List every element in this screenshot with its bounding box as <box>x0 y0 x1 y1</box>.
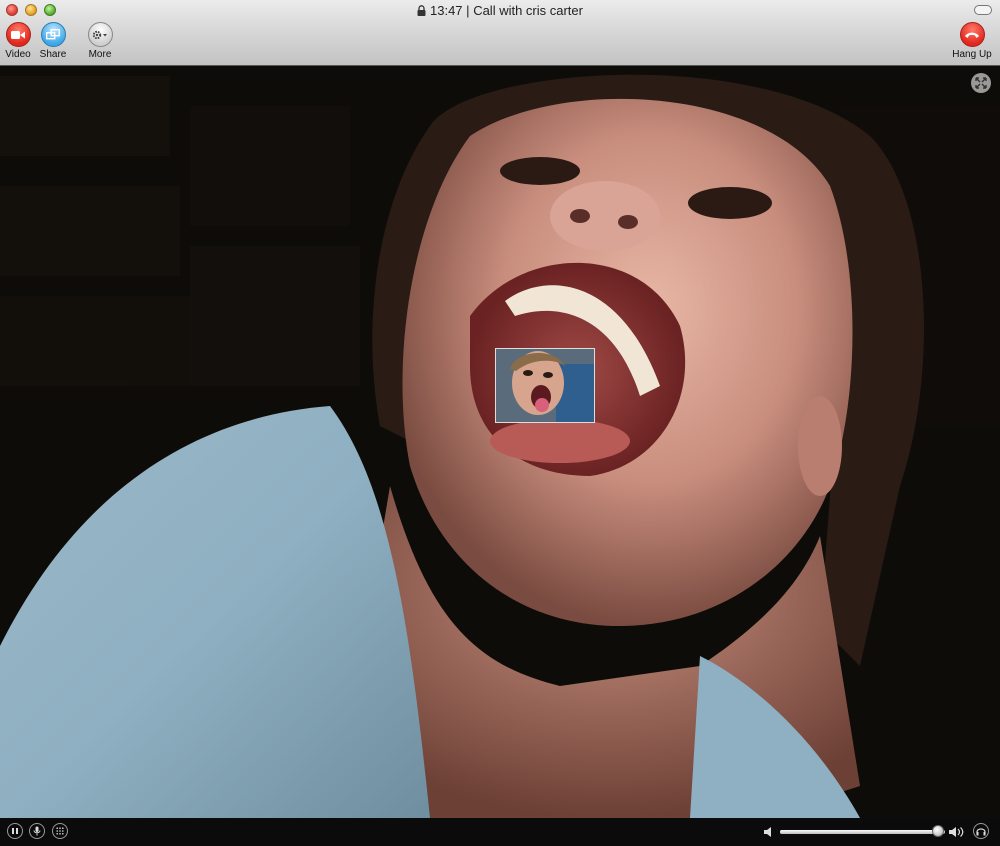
phone-hangup-icon <box>965 32 979 38</box>
toolbar-toggle-button[interactable] <box>974 5 992 15</box>
hang-up-label: Hang Up <box>952 49 992 60</box>
mute-microphone-button[interactable] <box>29 823 45 839</box>
pause-icon <box>12 828 18 834</box>
title-toolbar: 13:47 | Call with cris carter Video Shar… <box>0 0 1000 66</box>
dialpad-icon <box>56 827 64 835</box>
speaker-low-icon <box>764 827 771 837</box>
more-button[interactable]: More <box>80 22 120 60</box>
dialpad-button[interactable] <box>52 823 68 839</box>
share-label: Share <box>39 49 67 60</box>
volume-level-fill <box>780 830 939 834</box>
video-camera-icon <box>11 30 25 39</box>
expand-icon <box>975 77 987 89</box>
more-label: More <box>88 49 112 60</box>
microphone-icon <box>33 826 41 836</box>
share-screen-icon <box>46 28 60 39</box>
volume-slider[interactable] <box>780 830 945 834</box>
call-title: Call with cris carter <box>473 3 583 18</box>
share-button[interactable]: Share <box>33 22 73 60</box>
skype-call-window: 13:47 | Call with cris carter Video Shar… <box>0 0 1000 846</box>
gear-icon <box>92 30 107 39</box>
remote-video-feed[interactable] <box>0 66 1000 818</box>
call-time: 13:47 <box>430 3 463 18</box>
pause-button[interactable] <box>7 823 23 839</box>
title-separator: | <box>466 3 470 18</box>
headphones-icon <box>976 827 986 835</box>
speaker-high-icon <box>949 827 964 837</box>
call-controls-bar <box>0 818 1000 846</box>
hang-up-button[interactable]: Hang Up <box>948 22 996 60</box>
self-view-thumbnail[interactable] <box>495 348 595 423</box>
fullscreen-button[interactable] <box>971 73 991 93</box>
audio-settings-button[interactable] <box>973 823 989 839</box>
lock-icon <box>417 5 426 16</box>
window-title: 13:47 | Call with cris carter <box>0 3 1000 18</box>
self-view-image <box>496 349 594 422</box>
volume-slider-knob[interactable] <box>932 825 945 837</box>
remote-video-image <box>0 66 1000 818</box>
